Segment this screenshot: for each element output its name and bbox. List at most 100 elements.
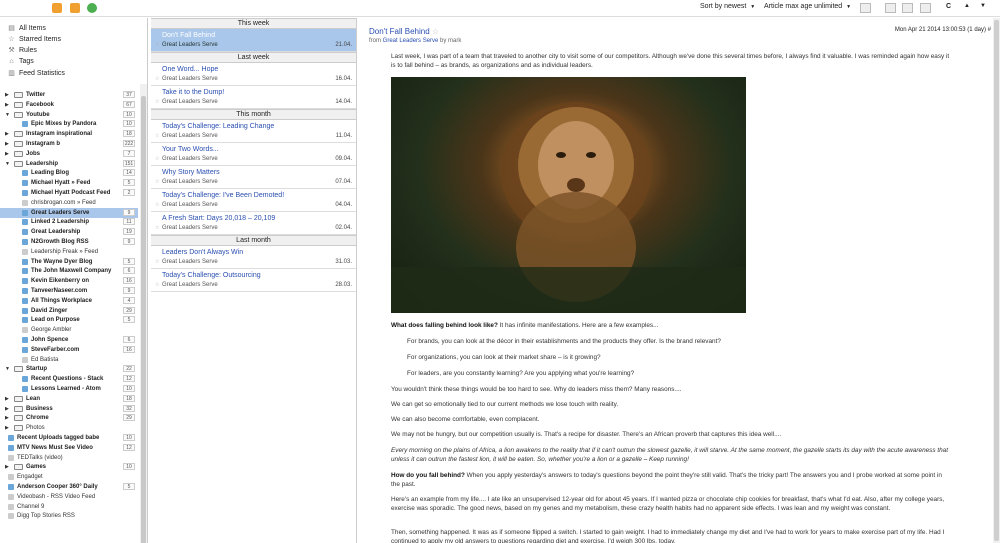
tree-item[interactable]: ▼ Startup 22 [0,364,138,374]
tree-item[interactable]: Recent Questions - Stack 12 [0,374,138,384]
star-icon[interactable]: ☆ [155,99,159,105]
article-title[interactable]: Don't Fall Behind ☆ [369,27,439,36]
collapse-icon[interactable]: ▼ [5,159,11,169]
tree-item[interactable]: Michael Hyatt Podcast Feed 2 [0,188,138,198]
age-select[interactable]: Article max age unlimited ▼ [764,3,851,10]
layout-wide-icon[interactable] [920,3,931,13]
expand-icon[interactable]: ▶ [5,100,11,110]
reload-icon[interactable]: C [946,3,951,10]
tree-item[interactable]: Epic Mixes by Pandora 10 [0,119,138,129]
article-item[interactable]: Why Story Matters ☆ Great Leaders Serve 07.… [151,166,356,189]
star-icon[interactable]: ☆ [155,202,159,208]
tree-item[interactable]: Great Leaders Serve 9 [0,207,138,218]
reader-scrollbar[interactable] [993,18,1000,543]
tree-item[interactable]: Channel 9 [0,502,138,512]
tree-item[interactable]: SteveFarber.com 16 [0,345,138,355]
collapse-icon[interactable]: ▼ [5,110,11,120]
article-item[interactable]: Leaders Don't Always Win ☆ Great Leaders S… [151,246,356,269]
tree-item[interactable]: Ed Batista [0,355,138,365]
article-item[interactable]: Take it to the Dump! ☆ Great Leaders Serve… [151,86,356,109]
tree-item[interactable]: George Ambler [0,325,138,335]
expand-icon[interactable]: ▶ [5,423,11,433]
expand-icon[interactable]: ▶ [5,129,11,139]
tree-item[interactable]: chrisbrogan.com » Feed [0,198,138,208]
tree-item[interactable]: ▶ Lean 18 [0,394,138,404]
view-toggle-icon[interactable] [860,3,871,13]
sidebar-item-all-items[interactable]: ▤ All Items [7,24,46,32]
tree-item[interactable]: MTV News Must See Video 12 [0,443,138,453]
tree-item[interactable]: John Spence 6 [0,335,138,345]
tree-item[interactable]: Leading Blog 14 [0,168,138,178]
tree-item[interactable]: Lead on Purpose 5 [0,315,138,325]
collapse-icon[interactable]: ▼ [5,364,11,374]
tree-item[interactable]: The John Maxwell Company 6 [0,266,138,276]
expand-icon[interactable]: ▶ [5,404,11,414]
tree-item[interactable]: Michael Hyatt » Feed 5 [0,178,138,188]
star-icon[interactable]: ☆ [155,282,159,288]
sidebar-item-starred[interactable]: ☆ Starred Items [7,35,61,43]
sidebar-item-feed-statistics[interactable]: ▥ Feed Statistics [7,69,65,77]
article-item[interactable]: One Word... Hope ☆ Great Leaders Serve 16.0… [151,63,356,86]
tree-item[interactable]: ▼ Youtube 10 [0,110,138,120]
tree-item[interactable]: ▶ Jobs 7 [0,149,138,159]
rss-feed-icon[interactable] [70,3,80,13]
star-icon[interactable]: ☆ [155,225,159,231]
expand-icon[interactable]: ▶ [5,413,11,423]
article-item[interactable]: A Fresh Start: Days 20,018 – 20,109 ☆ Grea… [151,212,356,235]
article-title-text[interactable]: Don't Fall Behind [369,27,430,36]
article-item[interactable]: Today's Challenge: Outsourcing ☆ Great Lea… [151,269,356,292]
tree-item[interactable]: Anderson Cooper 360° Daily 5 [0,482,138,492]
next-article-icon[interactable]: ▼ [980,3,986,9]
star-icon[interactable]: ☆ [155,76,159,82]
tree-item[interactable]: Kevin Eikenberry on 16 [0,276,138,286]
tree-item[interactable]: ▶ Twitter 37 [0,90,138,100]
tree-item[interactable]: All Things Workplace 4 [0,296,138,306]
scrollbar-thumb[interactable] [141,96,146,543]
previous-article-icon[interactable]: ▲ [964,3,970,9]
tree-item[interactable]: ▶ Chrome 29 [0,413,138,423]
scrollbar-thumb[interactable] [994,20,999,541]
tree-item[interactable]: TanveerNaseer.com 9 [0,286,138,296]
expand-icon[interactable]: ▶ [5,90,11,100]
sidebar-scrollbar[interactable] [140,84,147,543]
tree-item[interactable]: Leadership Freak » Feed [0,247,138,257]
tree-item[interactable]: ▶ Instagram inspirational 18 [0,129,138,139]
expand-icon[interactable]: ▶ [5,394,11,404]
tree-item[interactable]: Videobash - RSS Video Feed [0,492,138,502]
tree-item[interactable]: ▶ Photos [0,423,138,433]
tree-item[interactable]: ▶ Games 10 [0,462,138,472]
tree-item[interactable]: David Zinger 29 [0,306,138,316]
star-icon[interactable]: ☆ [155,179,159,185]
star-icon[interactable]: ☆ [155,133,159,139]
layout-vertical-icon[interactable] [902,3,913,13]
star-icon[interactable]: ☆ [155,156,159,162]
star-icon[interactable]: ☆ [155,259,159,265]
rss-feed-icon[interactable] [52,3,62,13]
tree-item[interactable]: TEDTalks (video) [0,453,138,463]
star-icon[interactable]: ☆ [432,27,439,36]
article-item[interactable]: Today's Challenge: Leading Change ☆ Great … [151,120,356,143]
tree-item[interactable]: Recent Uploads tagged babe 10 [0,433,138,443]
tree-item[interactable]: ▶ Business 32 [0,404,138,414]
article-item[interactable]: Your Two Words... ☆ Great Leaders Serve 09.… [151,143,356,166]
expand-icon[interactable]: ▶ [5,149,11,159]
source-feed-link[interactable]: Great Leaders Serve [383,38,439,44]
tree-item[interactable]: Lessons Learned - Atom 10 [0,384,138,394]
expand-icon[interactable]: ▶ [5,462,11,472]
tree-item[interactable]: N2Growth Blog RSS 9 [0,237,138,247]
sort-select[interactable]: Sort by newest ▼ [700,3,755,10]
expand-icon[interactable]: ▶ [5,139,11,149]
layout-horizontal-icon[interactable] [885,3,896,13]
tree-item[interactable]: ▶ Facebook 67 [0,100,138,110]
check-icon[interactable] [87,3,97,13]
article-item[interactable]: Today's Challenge: I've Been Demoted! ☆ Gr… [151,189,356,212]
sidebar-item-tags[interactable]: ⌂ Tags [7,58,33,65]
tree-item[interactable]: Great Leadership 19 [0,227,138,237]
tree-item[interactable]: The Wayne Dyer Blog 5 [0,257,138,267]
tree-item[interactable]: Linked 2 Leadership 11 [0,217,138,227]
article-item[interactable]: Don't Fall Behind ☆ Great Leaders Serve 21.… [151,29,356,52]
tree-item[interactable]: Digg Top Stories RSS [0,511,138,521]
sidebar-item-rules[interactable]: ⚒ Rules [7,46,37,54]
tree-item[interactable]: ▼ Leadership 151 [0,159,138,169]
tree-item[interactable]: ▶ Instagram b 222 [0,139,138,149]
